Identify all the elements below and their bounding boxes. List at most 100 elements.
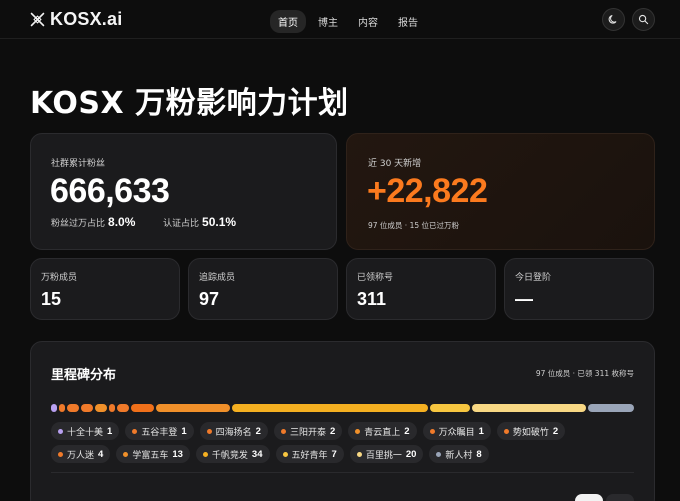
nav-home[interactable]: 首页 <box>270 10 306 33</box>
milestone-bar-segment[interactable] <box>429 404 470 412</box>
milestone-bar-segment[interactable] <box>80 404 93 412</box>
legend-item-count: 2 <box>255 425 261 437</box>
legend-dot-icon <box>282 451 288 457</box>
stat-card-10k-members: 万粉成员 15 <box>30 258 180 320</box>
stat-label: 万粉成员 <box>41 273 78 283</box>
legend-item-name: 四海扬名 <box>215 427 252 438</box>
nav-links: 首页 博主 内容 报告 <box>270 10 426 33</box>
milestone-bar-segment[interactable] <box>51 404 57 412</box>
milestone-legend-row-2: 万人迷 4 学富五车 13 千帆竞发 34 五好青年 7 百里挑一 20 新人村 8 <box>51 445 641 463</box>
milestone-legend-item[interactable]: 百里挑一 20 <box>349 445 424 463</box>
ratio-over-10k-value: 8.0% <box>108 215 136 229</box>
legend-dot-icon <box>202 451 208 457</box>
legend-dot-icon <box>503 428 509 434</box>
milestone-legend-item[interactable]: 万人迷 4 <box>51 445 111 463</box>
recent-growth-value: +22,822 <box>367 172 488 210</box>
legend-dot-icon <box>280 428 286 434</box>
legend-item-count: 2 <box>404 425 410 437</box>
legend-item-name: 十全十美 <box>67 427 104 438</box>
milestone-bar-segment[interactable] <box>66 404 79 412</box>
kosx-logo-icon <box>30 12 45 27</box>
milestone-legend-item[interactable]: 青云直上 2 <box>348 422 417 440</box>
legend-item-name: 学富五车 <box>132 450 169 461</box>
legend-dot-icon <box>58 428 63 434</box>
total-followers-card: 社群累计粉丝 666,633 粉丝过万占比 8.0% 认证占比 50.1% <box>30 133 337 250</box>
view-toggle-option-1[interactable] <box>575 494 603 501</box>
milestone-legend-item[interactable]: 万众瞩目 1 <box>422 422 491 440</box>
total-followers-value: 666,633 <box>50 172 170 210</box>
legend-dot-icon <box>429 428 435 434</box>
milestone-bar-segment[interactable] <box>471 404 587 412</box>
legend-item-name: 五谷丰登 <box>141 427 178 438</box>
nav-content[interactable]: 内容 <box>350 10 386 33</box>
stat-card-titles-claimed: 已领称号 311 <box>346 258 496 320</box>
recent-growth-note: 97 位成员 · 15 位已过万粉 <box>368 221 460 230</box>
search-button[interactable] <box>632 8 655 31</box>
legend-dot-icon <box>356 451 362 457</box>
legend-item-count: 20 <box>405 448 417 460</box>
legend-item-count: 2 <box>329 425 336 437</box>
legend-dot-icon <box>436 451 442 457</box>
legend-item-name: 青云直上 <box>364 427 401 438</box>
milestone-bar-segment[interactable] <box>130 404 154 412</box>
legend-item-count: 13 <box>172 448 183 460</box>
nav-reports[interactable]: 报告 <box>390 10 426 33</box>
milestone-legend-item[interactable]: 三阳开泰 2 <box>273 422 343 440</box>
stat-card-tracked-members: 追踪成员 97 <box>188 258 338 320</box>
legend-item-name: 势如破竹 <box>512 427 549 438</box>
stat-label: 已领称号 <box>357 273 394 283</box>
divider <box>51 472 634 473</box>
legend-item-name: 千帆竞发 <box>211 450 248 461</box>
milestone-bar-segment[interactable] <box>94 404 107 412</box>
milestone-distribution-card: 里程碑分布 97 位成员 · 已领 311 枚称号 十全十美 1 五谷丰登 1 四海扬名… <box>30 341 655 501</box>
theme-toggle-button[interactable] <box>602 8 625 31</box>
view-toggle-option-2[interactable] <box>606 494 634 501</box>
milestone-legend-item[interactable]: 势如破竹 2 <box>496 422 566 440</box>
legend-item-count: 4 <box>98 448 104 460</box>
legend-item-count: 34 <box>251 448 263 460</box>
legend-item-count: 2 <box>552 425 559 437</box>
milestone-legend-item[interactable]: 千帆竞发 34 <box>195 445 270 463</box>
stat-label: 追踪成员 <box>199 273 236 283</box>
stat-card-today-levelups: 今日登阶 — <box>504 258 654 320</box>
milestone-bar-segment[interactable] <box>232 404 428 412</box>
ratio-over-10k-label: 粉丝过万占比 <box>51 219 106 229</box>
legend-item-name: 五好青年 <box>291 450 328 461</box>
legend-item-name: 万众瞩目 <box>438 427 475 438</box>
ratio-verified: 认证占比 50.1% <box>163 215 236 229</box>
stat-value: 15 <box>41 289 62 309</box>
nav-bloggers[interactable]: 博主 <box>310 10 346 33</box>
ratio-over-10k: 粉丝过万占比 8.0% <box>51 215 135 229</box>
milestone-meta: 97 位成员 · 已领 311 枚称号 <box>535 369 634 378</box>
milestone-legend-item[interactable]: 四海扬名 2 <box>199 422 268 440</box>
legend-item-name: 万人迷 <box>67 450 95 461</box>
milestone-legend-item[interactable]: 新人村 8 <box>429 445 489 463</box>
milestone-bar-segment[interactable] <box>588 404 635 412</box>
legend-item-count: 8 <box>476 448 482 460</box>
recent-growth-card: 近 30 天新增 +22,822 97 位成员 · 15 位已过万粉 <box>346 133 655 250</box>
ratio-verified-label: 认证占比 <box>163 219 200 229</box>
milestone-bar-segment[interactable] <box>108 404 115 412</box>
stat-value: — <box>515 289 533 309</box>
milestone-bar-segment[interactable] <box>155 404 231 412</box>
milestone-legend-row-1: 十全十美 1 五谷丰登 1 四海扬名 2 三阳开泰 2 青云直上 2 万众瞩目 1 势如破竹 2 <box>51 422 641 440</box>
milestone-legend-item[interactable]: 五谷丰登 1 <box>125 422 194 440</box>
top-nav: KOSX.ai 首页 博主 内容 报告 <box>0 0 680 39</box>
legend-dot-icon <box>355 428 361 434</box>
page-title: KOSX 万粉影响力计划 <box>30 86 349 121</box>
recent-growth-label: 近 30 天新增 <box>368 159 422 169</box>
milestone-distribution-bar <box>51 404 635 412</box>
moon-icon <box>608 14 617 24</box>
milestone-legend-item[interactable]: 十全十美 1 <box>51 422 120 440</box>
milestone-legend-item[interactable]: 五好青年 7 <box>275 445 344 463</box>
milestone-legend-item[interactable]: 学富五车 13 <box>116 445 190 463</box>
stat-value: 97 <box>199 289 220 309</box>
milestone-bar-segment[interactable] <box>116 404 129 412</box>
ratio-verified-value: 50.1% <box>202 215 237 229</box>
legend-dot-icon <box>58 451 63 457</box>
milestone-bar-segment[interactable] <box>58 404 65 412</box>
legend-item-count: 1 <box>478 425 484 437</box>
view-toggle[interactable] <box>575 494 634 501</box>
brand-logo[interactable]: KOSX.ai <box>29 9 122 30</box>
legend-dot-icon <box>132 428 138 434</box>
